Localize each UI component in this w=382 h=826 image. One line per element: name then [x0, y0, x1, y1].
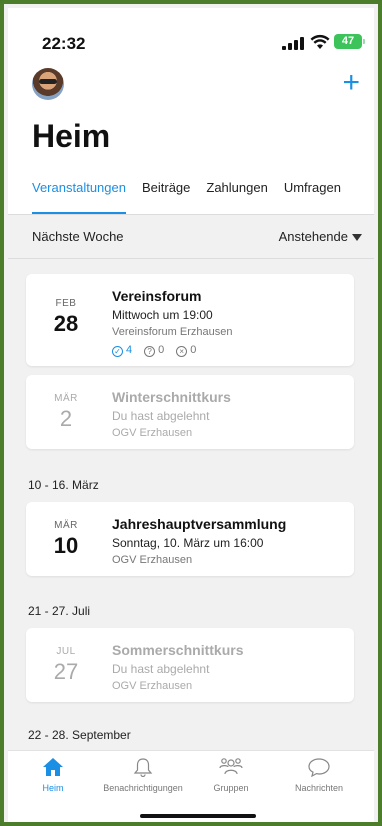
- event-title: Vereinsforum: [112, 288, 202, 304]
- bottom-navigation: Heim Benachrichtigungen Gruppen Nachrich…: [8, 750, 374, 822]
- nav-nachrichten[interactable]: Nachrichten: [274, 757, 364, 793]
- page-title: Heim: [32, 118, 111, 154]
- event-subtitle: Du hast abgelehnt: [112, 662, 210, 676]
- week-section-header: 22 - 28. September: [28, 728, 131, 742]
- page-header: + Heim Veranstaltungen Beiträge Zahlunge…: [8, 66, 374, 214]
- sort-dropdown-label: Anstehende: [278, 229, 348, 244]
- event-info: Winterschnittkurs Du hast abgelehnt OGV …: [112, 389, 346, 439]
- event-date: FEB 28: [26, 298, 106, 337]
- battery-icon: 47: [334, 34, 365, 49]
- event-card[interactable]: FEB 28 Vereinsforum Mittwoch um 19:00 Ve…: [26, 274, 354, 366]
- tab-veranstaltungen[interactable]: Veranstaltungen: [8, 180, 126, 214]
- event-month: FEB: [55, 298, 77, 309]
- app-screen: 22:32 47 + Heim Veranstaltungen Beiträge…: [8, 8, 374, 822]
- rsvp-accepted: ✓ 4: [112, 344, 132, 357]
- tab-zahlungen[interactable]: Zahlungen: [190, 180, 267, 214]
- nav-label: Gruppen: [213, 783, 249, 793]
- event-card[interactable]: JUL 27 Sommerschnittkurs Du hast abgeleh…: [26, 628, 354, 702]
- filter-divider: [8, 258, 374, 259]
- rsvp-maybe-count: 0: [158, 344, 165, 356]
- add-button[interactable]: +: [342, 66, 360, 100]
- event-info: Sommerschnittkurs Du hast abgelehnt OGV …: [112, 642, 346, 692]
- event-title: Jahreshauptversammlung: [112, 516, 287, 532]
- rsvp-declined: × 0: [176, 344, 196, 357]
- event-date: MÄR 10: [26, 520, 106, 559]
- home-indicator: [140, 814, 256, 818]
- event-month: MÄR: [54, 393, 78, 404]
- week-section-header: 10 - 16. März: [28, 478, 99, 492]
- event-subtitle: Mittwoch um 19:00: [112, 308, 213, 322]
- event-location: OGV Erzhausen: [112, 680, 193, 692]
- x-circle-icon: ×: [176, 346, 188, 357]
- event-card[interactable]: MÄR 2 Winterschnittkurs Du hast abgelehn…: [26, 375, 354, 449]
- tab-beitraege[interactable]: Beiträge: [126, 180, 190, 214]
- event-location: Vereinsforum Erzhausen: [112, 326, 233, 338]
- home-icon: [43, 758, 63, 776]
- avatar[interactable]: [32, 68, 64, 100]
- nav-gruppen[interactable]: Gruppen: [186, 757, 276, 793]
- check-circle-icon: ✓: [112, 346, 123, 357]
- event-month: MÄR: [54, 520, 78, 531]
- event-info: Vereinsforum Mittwoch um 19:00 Vereinsfo…: [112, 288, 346, 357]
- nav-label: Heim: [42, 783, 64, 793]
- sort-dropdown[interactable]: Anstehende: [279, 229, 362, 244]
- event-card[interactable]: MÄR 10 Jahreshauptversammlung Sonntag, 1…: [26, 502, 354, 576]
- signal-icon: [282, 36, 304, 50]
- nav-benachrichtigungen[interactable]: Benachrichtigungen: [98, 757, 188, 793]
- week-section-header: 21 - 27. Juli: [28, 604, 91, 618]
- event-date: JUL 27: [26, 646, 106, 685]
- nav-label: Nachrichten: [294, 783, 344, 793]
- event-title: Winterschnittkurs: [112, 389, 231, 405]
- chat-bubble-icon: [308, 758, 330, 778]
- event-day: 28: [53, 311, 79, 336]
- filter-row: Nächste Woche Anstehende: [8, 215, 374, 257]
- event-subtitle: Sonntag, 10. März um 16:00: [112, 536, 264, 550]
- rsvp-counts: ✓ 4 ? 0 × 0: [112, 344, 346, 357]
- event-day: 10: [53, 533, 79, 558]
- event-location: OGV Erzhausen: [112, 427, 193, 439]
- event-info: Jahreshauptversammlung Sonntag, 10. März…: [112, 516, 346, 566]
- event-subtitle: Du hast abgelehnt: [112, 409, 210, 423]
- tab-bar: Veranstaltungen Beiträge Zahlungen Umfra…: [8, 180, 374, 214]
- rsvp-maybe: ? 0: [144, 344, 164, 357]
- event-title: Sommerschnittkurs: [112, 642, 244, 658]
- event-location: OGV Erzhausen: [112, 554, 193, 566]
- period-label: Nächste Woche: [32, 229, 124, 244]
- event-day: 27: [53, 659, 79, 684]
- tab-umfragen[interactable]: Umfragen: [268, 180, 341, 214]
- phone-frame: 22:32 47 + Heim Veranstaltungen Beiträge…: [0, 0, 382, 826]
- event-month: JUL: [56, 646, 76, 657]
- wifi-icon: [310, 34, 330, 49]
- question-circle-icon: ?: [144, 346, 156, 357]
- nav-label: Benachrichtigungen: [103, 783, 183, 793]
- rsvp-declined-count: 0: [190, 344, 197, 356]
- nav-heim[interactable]: Heim: [8, 757, 98, 793]
- status-time: 22:32: [42, 34, 86, 53]
- event-day: 2: [59, 406, 73, 431]
- chevron-down-icon: [352, 234, 362, 242]
- event-date: MÄR 2: [26, 393, 106, 432]
- rsvp-accepted-count: 4: [126, 344, 133, 356]
- groups-icon: [219, 758, 243, 775]
- status-bar: 22:32 47: [8, 8, 374, 68]
- bell-icon: [133, 758, 153, 778]
